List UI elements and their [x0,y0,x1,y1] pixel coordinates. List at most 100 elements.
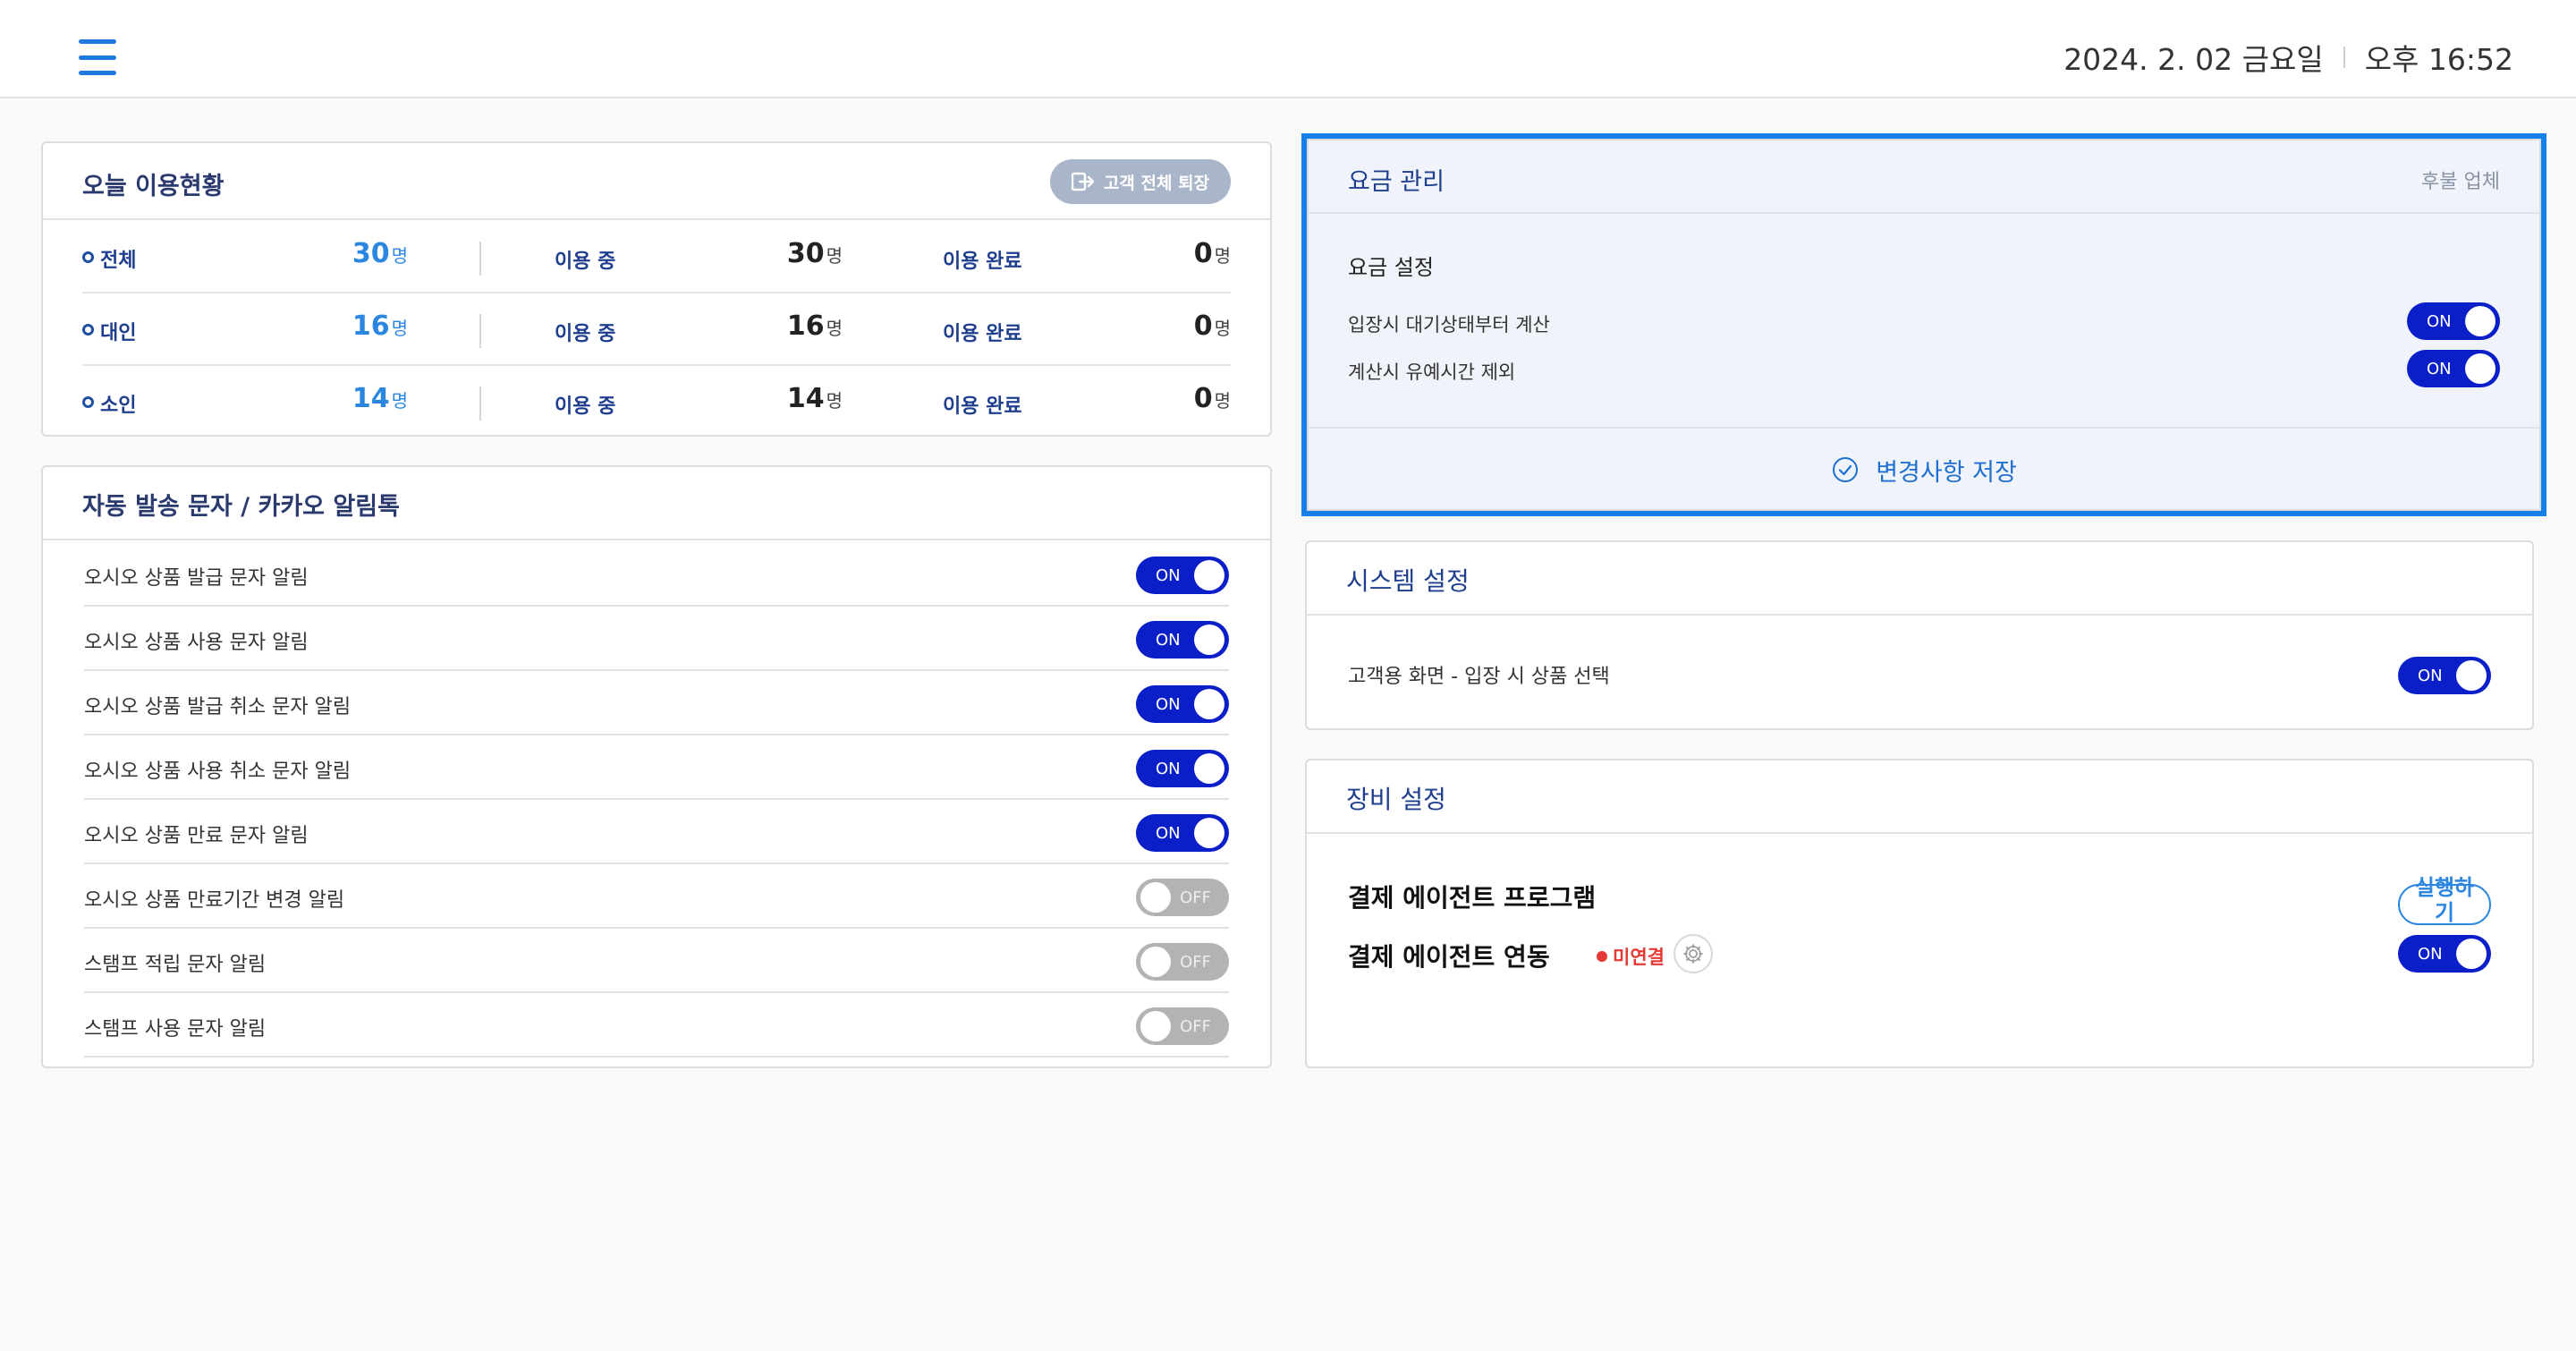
usage-total-count: 16 명 [288,310,408,342]
automsg-label: 오시오 상품 만료 문자 알림 [84,825,309,847]
in-use-value: 16 [786,310,825,342]
unit-label: 명 [391,390,408,412]
done-count: 0명 [1194,383,1231,414]
toggle-knob [1140,947,1171,977]
fee-card-title: 요금 관리 [1348,168,1445,196]
toggle-state-text: ON [1156,566,1181,585]
toggle-state-text: ON [1156,695,1181,714]
in-use-value: 30 [786,238,825,269]
automsg-label: 오시오 상품 발급 문자 알림 [84,567,309,590]
toggle-knob [2465,306,2496,336]
toggle-state-text: OFF [1180,953,1211,972]
unit-label: 명 [391,245,408,267]
automsg-card-title: 자동 발송 문자 / 카카오 알림톡 [82,493,400,521]
fee-billing-type-tag: 후불 업체 [2421,171,2500,193]
usage-total-count: 14 명 [288,383,408,414]
bullet-icon [82,396,94,408]
toggle-knob [2465,353,2496,384]
automsg-label: 스탬프 사용 문자 알림 [84,1018,267,1041]
toggle-knob [1194,560,1224,591]
done-count: 0명 [1194,238,1231,269]
toggle-state-text: ON [1156,760,1181,778]
usage-divider [479,314,481,348]
hamburger-menu-icon[interactable] [79,39,116,75]
current-time: 오후 16:52 [2364,42,2513,77]
automsg-label: 오시오 상품 사용 문자 알림 [84,632,309,654]
connection-status-text: 미연결 [1613,947,1665,968]
agent-program-label: 결제 에이전트 프로그램 [1348,883,1597,913]
system-setting-row: 고객용 화면 - 입장 시 상품 선택 ON [1348,617,2491,732]
unit-label: 명 [826,245,843,267]
toggle-knob [1194,625,1224,655]
exit-all-customers-button[interactable]: 고객 전체 퇴장 [1050,159,1231,204]
datetime-divider [2343,47,2345,68]
done-value: 0 [1193,238,1213,269]
device-card-title: 장비 설정 [1346,785,1446,814]
automsg-toggle[interactable]: OFF [1136,879,1229,916]
device-card-header: 장비 설정 [1307,760,2532,834]
automsg-toggle[interactable]: ON [1136,750,1229,787]
fee-setting-row: 입장시 대기상태부터 계산 ON [1348,298,2500,344]
fee-card-header: 요금 관리 후불 업체 [1309,140,2539,214]
done-value: 0 [1193,310,1213,342]
exit-all-label: 고객 전체 퇴장 [1103,173,1210,193]
usage-total-value: 16 [352,310,390,342]
toggle-state-text: ON [2418,945,2443,964]
usage-row: 대인 16 명 이용 중 16 명 이용 완료 0 명 [82,294,1231,366]
toggle-knob [1194,689,1224,719]
unit-label: 명 [826,390,843,412]
toggle-knob [2456,660,2487,691]
save-changes-button[interactable]: 변경사항 저장 [1309,429,2539,511]
automsg-card-header: 자동 발송 문자 / 카카오 알림톡 [43,467,1270,540]
unit-label: 명 [826,318,843,339]
automsg-toggle[interactable]: ON [1136,557,1229,594]
run-agent-label: 실행하기 [2414,875,2475,925]
automsg-toggle[interactable]: OFF [1136,1007,1229,1045]
toggle-state-text: ON [1156,824,1181,843]
usage-divider [479,242,481,276]
disconnected-status-dot [1597,951,1607,962]
automsg-label: 오시오 상품 만료기간 변경 알림 [84,889,345,912]
today-usage-card: 오늘 이용현황 고객 전체 퇴장 전체 30 명 이용 중 30 명 이용 완료 0 명 대인 16… [41,141,1272,437]
done-value: 0 [1193,383,1213,414]
done-count: 0명 [1194,310,1231,342]
fee-setting-toggle[interactable]: ON [2407,350,2500,387]
agent-link-toggle[interactable]: ON [2398,935,2491,973]
fee-setting-label: 계산시 유예시간 제외 [1348,361,1516,383]
system-setting-toggle[interactable]: ON [2398,657,2491,694]
done-label: 이용 완료 [943,251,1022,273]
automsg-row: 스탬프 사용 문자 알림 OFF [84,993,1229,1058]
system-card-title: 시스템 설정 [1346,566,1470,596]
usage-total-count: 30 명 [288,238,408,269]
run-agent-button[interactable]: 실행하기 [2398,875,2491,925]
automsg-toggle[interactable]: ON [1136,814,1229,852]
automsg-toggle[interactable]: ON [1136,685,1229,723]
agent-settings-gear-icon[interactable] [1674,934,1713,973]
toggle-state-text: ON [2427,360,2452,378]
check-circle-icon [1833,457,1859,482]
usage-total-value: 30 [352,238,390,269]
unit-label: 명 [1214,390,1231,412]
automsg-row: 오시오 상품 발급 취소 문자 알림 ON [84,671,1229,735]
usage-card-header: 오늘 이용현황 고객 전체 퇴장 [43,143,1270,220]
usage-row: 전체 30 명 이용 중 30 명 이용 완료 0 명 [82,222,1231,293]
automsg-toggle[interactable]: ON [1136,621,1229,659]
exit-icon [1071,172,1095,191]
automsg-toggle[interactable]: OFF [1136,943,1229,981]
toggle-knob [1194,818,1224,848]
system-setting-label: 고객용 화면 - 입장 시 상품 선택 [1348,666,1610,688]
agent-program-row: 결제 에이전트 프로그램 실행하기 [1348,866,2491,925]
toggle-state-text: ON [2418,667,2443,685]
automsg-row: 오시오 상품 사용 취소 문자 알림 ON [84,735,1229,800]
fee-setting-row: 계산시 유예시간 제외 ON [1348,345,2500,392]
in-use-label: 이용 중 [555,251,616,273]
fee-management-card: 요금 관리 후불 업체 요금 설정 입장시 대기상태부터 계산 ON 계산시 유예시… [1307,139,2541,511]
usage-total-value: 14 [352,383,390,414]
usage-card-title: 오늘 이용현황 [82,173,225,200]
auto-message-card: 자동 발송 문자 / 카카오 알림톡 오시오 상품 발급 문자 알림 ON 오시오 … [41,465,1272,1068]
toggle-knob [2456,939,2487,969]
toggle-knob [1140,1011,1171,1041]
toggle-knob [1140,882,1171,913]
fee-setting-toggle[interactable]: ON [2407,302,2500,340]
bullet-icon [82,324,94,336]
